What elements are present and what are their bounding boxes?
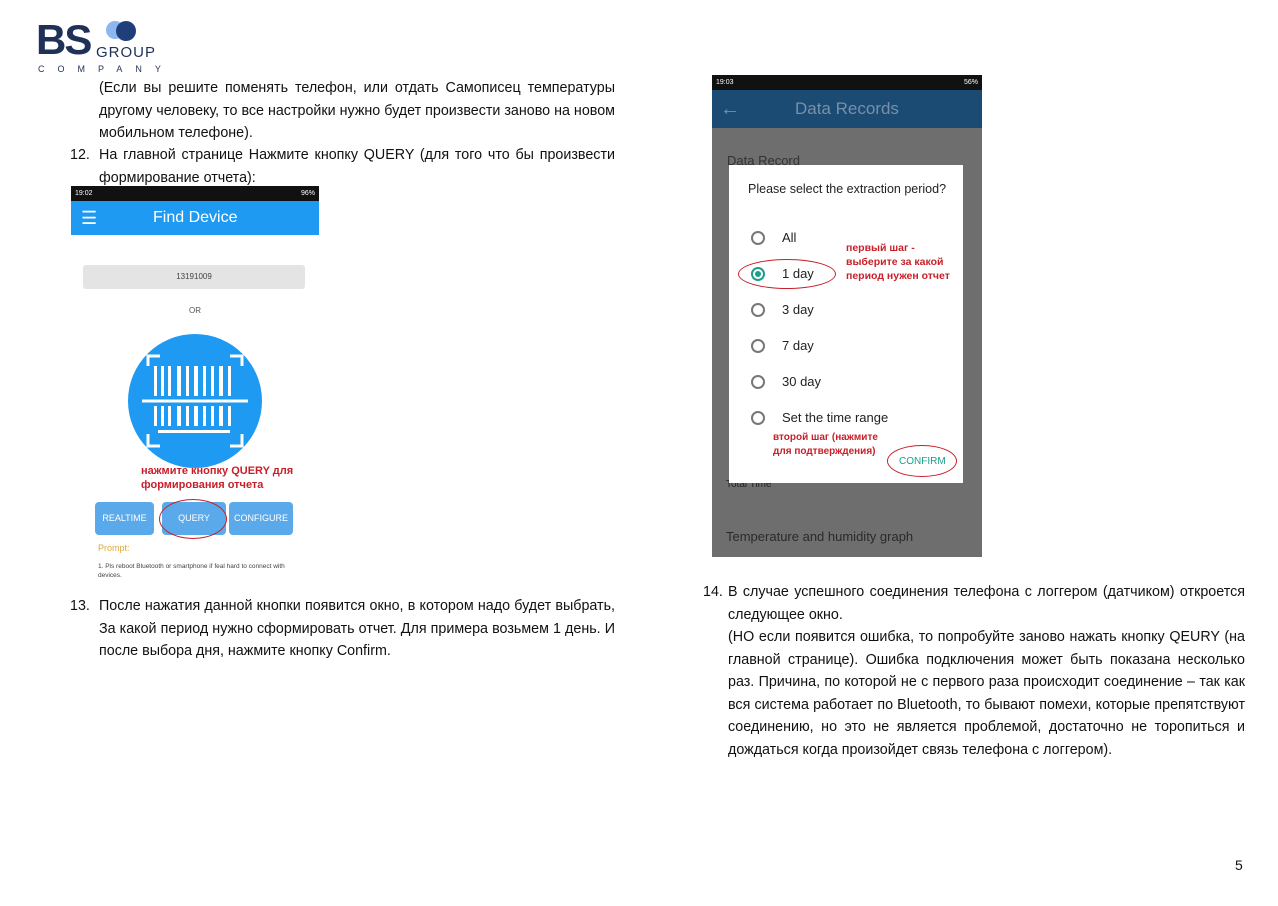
app-bar: ← Data Records (712, 90, 982, 128)
option-label: 7 day (782, 338, 814, 353)
radio-icon (751, 410, 765, 425)
logo-circle-icon (116, 21, 136, 41)
dialog-title: Please select the extraction period? (748, 182, 947, 196)
option-7-day[interactable]: 7 day (751, 338, 814, 353)
item-14-note: (НО если появится ошибка, то попробуйте … (728, 629, 1245, 758)
prompt-text: 1. Pls reboot Bluetooth or smartphone if… (98, 563, 285, 579)
highlight-ellipse (887, 445, 957, 477)
step-2-annotation: второй шаг (нажмите для подтверждения) (773, 432, 878, 457)
status-time: 19:03 (716, 79, 734, 86)
status-battery: 96% (300, 190, 315, 197)
option-label: 3 day (782, 302, 814, 317)
logo-group: GROUP (96, 44, 157, 61)
item-13-text: После нажатия данной кнопки появится окн… (99, 598, 615, 659)
option-label: Set the time range (782, 410, 889, 425)
status-bar: 19:03 56% (712, 75, 982, 90)
option-all[interactable]: All (751, 230, 796, 245)
find-device-screenshot: 19:02 96% ☰ Find Device 13191009 OR нажми… (71, 186, 319, 584)
status-battery: 56% (963, 79, 978, 86)
radio-icon (751, 302, 765, 317)
extraction-period-dialog: Please select the extraction period? All… (729, 165, 963, 483)
configure-button[interactable]: CONFIGURE (229, 502, 293, 535)
arrow-left-icon[interactable]: ← (720, 98, 740, 121)
realtime-button[interactable]: REALTIME (95, 502, 154, 535)
item-12-text: На главной странице Нажмите кнопку QUERY… (99, 147, 615, 186)
logo-company: COMPANY (38, 64, 174, 74)
radio-icon (751, 374, 765, 389)
radio-icon (751, 338, 765, 353)
option-label: 30 day (782, 374, 822, 389)
highlight-ellipse (738, 259, 836, 289)
intro-paragraph: (Если вы решите поменять телефон, или от… (99, 80, 615, 141)
item-14-text: В случае успешного соединения телефона с… (728, 584, 1245, 623)
option-30-day[interactable]: 30 day (751, 374, 821, 389)
app-bar: ☰ Find Device (71, 201, 319, 235)
app-title: Find Device (153, 209, 238, 226)
app-title: Data Records (795, 99, 899, 118)
option-time-range[interactable]: Set the time range (751, 410, 888, 425)
option-3-day[interactable]: 3 day (751, 302, 814, 317)
graph-label: Temperature and humidity graph (726, 529, 914, 544)
prompt-label: Prompt: (98, 543, 130, 553)
data-records-screenshot: 19:03 56% ← Data Records Data Record Tota… (712, 75, 982, 557)
device-id-input[interactable]: 13191009 (83, 265, 305, 289)
hamburger-icon[interactable]: ☰ (81, 208, 97, 229)
option-label: All (782, 230, 797, 245)
barcode-scan-icon[interactable] (128, 334, 262, 468)
query-annotation: нажмите кнопку QUERY для формирования от… (141, 465, 294, 491)
item-number: 12. (70, 147, 90, 163)
step-1-annotation: первый шаг - выберите за какой период ну… (846, 242, 950, 282)
or-label: OR (189, 306, 201, 315)
page-number: 5 (1235, 857, 1243, 873)
logo-bs: BS (36, 16, 92, 63)
item-number: 14. (703, 584, 723, 600)
status-time: 19:02 (75, 190, 93, 197)
radio-icon (751, 230, 765, 245)
item-number: 13. (70, 598, 90, 614)
highlight-ellipse (159, 499, 227, 539)
status-bar: 19:02 96% (71, 186, 319, 201)
